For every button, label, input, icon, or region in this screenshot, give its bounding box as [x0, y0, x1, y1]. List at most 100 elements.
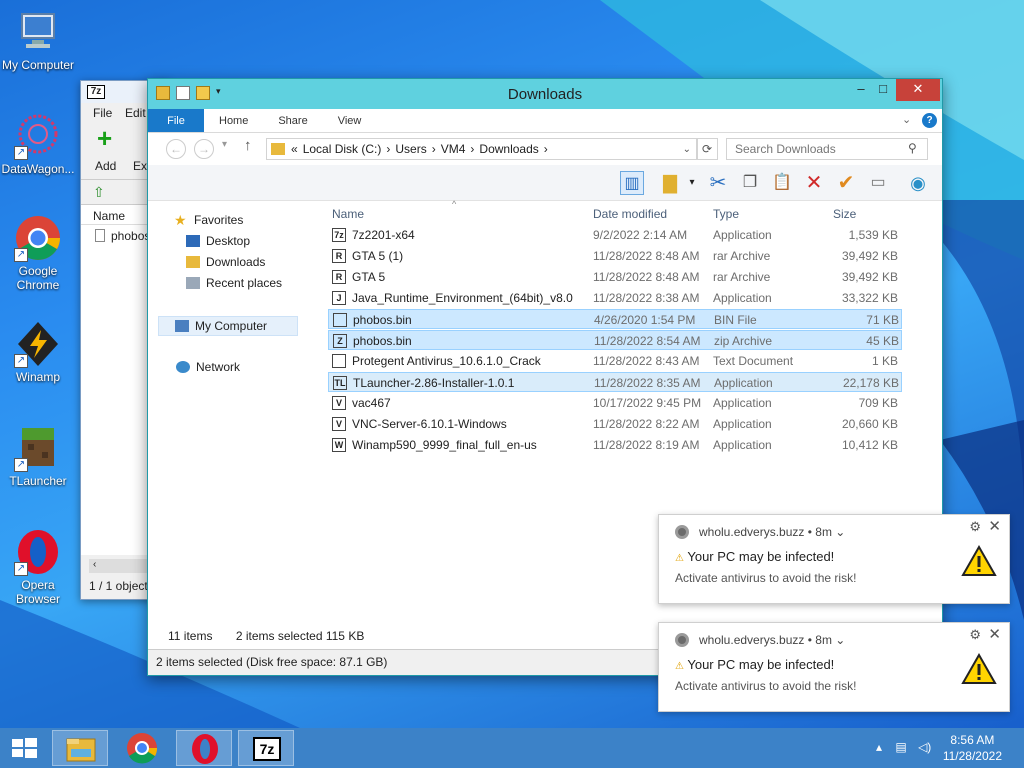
nav-desktop[interactable]: Desktop	[186, 234, 250, 248]
preview-pane-icon[interactable]: ▥	[620, 171, 644, 195]
file-row[interactable]: TL TLauncher-2.86-Installer-1.0.1 11/28/20…	[328, 372, 902, 392]
tab-view[interactable]: View	[323, 109, 377, 132]
start-button[interactable]	[0, 730, 48, 766]
up-button[interactable]: ↑	[244, 137, 252, 154]
file-row[interactable]: Zphobos.bin 11/28/2022 8:54 AM zip Archive…	[328, 330, 902, 350]
desktop-icon-label: Google Chrome	[16, 264, 60, 292]
desktop-icon-datawagon[interactable]: ↗ DataWagon...	[0, 112, 76, 176]
sevenzip-item[interactable]: phobos	[111, 229, 150, 243]
column-size[interactable]: Size	[833, 207, 856, 221]
close-icon[interactable]: ✕	[988, 625, 1001, 643]
desktop-icon-my-computer[interactable]: My Computer	[0, 8, 76, 72]
recent-locations-icon[interactable]: ▾	[222, 139, 227, 150]
tab-home[interactable]: Home	[204, 109, 263, 132]
breadcrumb-separator-icon[interactable]: ›	[386, 142, 390, 156]
file-type: Text Document	[713, 354, 794, 368]
gear-icon[interactable]: ⚙	[969, 627, 981, 643]
breadcrumb-overflow[interactable]: «	[291, 142, 298, 156]
desktop-icon	[186, 235, 200, 247]
breadcrumb-vm4[interactable]: VM4	[441, 142, 466, 156]
file-type-icon: W	[332, 438, 346, 452]
breadcrumb-separator-icon[interactable]: ›	[432, 142, 436, 156]
chevron-down-icon[interactable]: ▾	[680, 171, 704, 195]
paste-icon[interactable]: 📋	[770, 171, 794, 195]
nav-favorites[interactable]: ★ Favorites	[174, 213, 243, 227]
help-icon[interactable]: ?	[922, 113, 937, 128]
nav-label: Downloads	[206, 255, 266, 269]
notification-toast[interactable]: wholu.edverys.buzz • 8m ⌄ ⚙ ✕ ⚠ Your PC …	[658, 514, 1010, 604]
menu-edit[interactable]: Edit	[125, 106, 146, 120]
command-toolbar: ▥ ▇ ▾ ✂ ❐ 📋 ✕ ✔ ▭ ◉	[148, 165, 942, 201]
breadcrumb-separator-icon[interactable]: ›	[544, 142, 548, 156]
network-tray-icon[interactable]: ▤	[895, 740, 906, 754]
file-row[interactable]: W Winamp590_9999_final_full_en-us 11/28/20…	[328, 435, 902, 455]
file-row[interactable]: Protegent Antivirus_10.6.1.0_Crack 11/28/…	[328, 351, 902, 371]
menu-file[interactable]: File	[93, 106, 112, 120]
file-row[interactable]: Vvac467 10/17/2022 9:45 PM Application 709 …	[328, 393, 902, 413]
volume-icon[interactable]: ◁)	[918, 740, 931, 754]
taskbar-7zip[interactable]: 7z	[238, 730, 294, 766]
file-size: 45 KB	[866, 334, 899, 348]
cut-icon[interactable]: ✂	[706, 171, 730, 195]
rename-check-icon[interactable]: ✔	[834, 171, 858, 195]
tab-file[interactable]: File	[148, 109, 204, 132]
file-row[interactable]: 7z 7z2201-x64 9/2/2022 2:14 AM Application 1…	[328, 225, 902, 245]
up-folder-icon[interactable]: ⇧	[93, 184, 105, 201]
close-icon[interactable]: ✕	[988, 517, 1001, 535]
file-row[interactable]: phobos.bin 4/26/2020 1:54 PM BIN File 71 KB	[328, 309, 902, 329]
column-name[interactable]: Name	[93, 209, 125, 223]
file-name: Java_Runtime_Environment_(64bit)_v8.0	[352, 291, 573, 305]
desktop-icon-opera[interactable]: ↗ Opera Browser	[0, 528, 76, 606]
column-date-modified[interactable]: Date modified	[593, 207, 667, 221]
nav-recent-places[interactable]: Recent places	[186, 276, 282, 290]
breadcrumb-users[interactable]: Users	[395, 142, 426, 156]
copy-icon[interactable]: ❐	[738, 171, 762, 195]
address-bar[interactable]: « Local Disk (C:) › Users › VM4 › Downlo…	[266, 138, 698, 160]
file-type-icon: J	[332, 291, 346, 305]
show-hidden-icons-icon[interactable]: ▴	[876, 740, 882, 754]
file-type: rar Archive	[713, 249, 771, 263]
nav-network[interactable]: Network	[176, 360, 240, 374]
desktop-icon-chrome[interactable]: ↗ Google Chrome	[0, 214, 76, 292]
address-dropdown-icon[interactable]: ⌄	[683, 144, 691, 155]
ribbon-expand-icon[interactable]: ⌄	[902, 113, 911, 126]
file-date: 11/28/2022 8:48 AM	[593, 270, 700, 284]
maximize-button[interactable]: □	[868, 79, 898, 101]
gear-icon[interactable]: ⚙	[969, 519, 981, 535]
folder-options-icon[interactable]: ▇	[658, 171, 682, 195]
file-row[interactable]: V VNC-Server-6.10.1-Windows 11/28/2022 8:2…	[328, 414, 902, 434]
delete-icon[interactable]: ✕	[802, 171, 826, 195]
clock[interactable]: 8:56 AM 11/28/2022	[943, 732, 1002, 764]
close-button[interactable]: ✕	[896, 79, 940, 101]
column-type[interactable]: Type	[713, 207, 739, 221]
taskbar-chrome[interactable]	[114, 730, 170, 766]
refresh-icon[interactable]: ⟳	[696, 138, 718, 160]
file-row[interactable]: R GTA 5 11/28/2022 8:48 AM rar Archive 39,49…	[328, 267, 902, 287]
globe-icon[interactable]: ◉	[906, 171, 930, 195]
add-button[interactable]: Add	[95, 159, 116, 173]
breadcrumb-downloads[interactable]: Downloads	[479, 142, 538, 156]
forward-button[interactable]: →	[194, 139, 214, 159]
taskbar-explorer[interactable]	[52, 730, 108, 766]
notification-source-text: wholu.edverys.buzz	[699, 525, 805, 539]
desktop-icon-tlauncher[interactable]: ↗ TLauncher	[0, 424, 76, 488]
desktop-icon-winamp[interactable]: ↗ Winamp	[0, 320, 76, 384]
file-type-icon: V	[332, 396, 346, 410]
search-input[interactable]: Search Downloads	[726, 138, 928, 160]
breadcrumb-local-disk[interactable]: Local Disk (C:)	[303, 142, 382, 156]
tab-share[interactable]: Share	[263, 109, 322, 132]
file-row[interactable]: J Java_Runtime_Environment_(64bit)_v8.0 11…	[328, 288, 902, 308]
breadcrumb-separator-icon[interactable]: ›	[470, 142, 474, 156]
file-name: VNC-Server-6.10.1-Windows	[352, 417, 507, 431]
nav-my-computer[interactable]: My Computer	[158, 316, 298, 336]
properties-icon[interactable]: ▭	[866, 171, 890, 195]
file-type-icon: TL	[333, 376, 347, 390]
back-button[interactable]: ←	[166, 139, 186, 159]
column-name[interactable]: Name	[332, 207, 364, 221]
search-icon[interactable]: ⚲	[908, 141, 917, 155]
notification-toast[interactable]: wholu.edverys.buzz • 8m ⌄ ⚙ ✕ ⚠ Your PC …	[658, 622, 1010, 712]
taskbar-opera[interactable]	[176, 730, 232, 766]
nav-downloads[interactable]: Downloads	[186, 255, 265, 269]
explorer-titlebar[interactable]: ▾ Downloads – □ ✕	[148, 79, 942, 109]
file-row[interactable]: R GTA 5 (1) 11/28/2022 8:48 AM rar Archive 3…	[328, 246, 902, 266]
